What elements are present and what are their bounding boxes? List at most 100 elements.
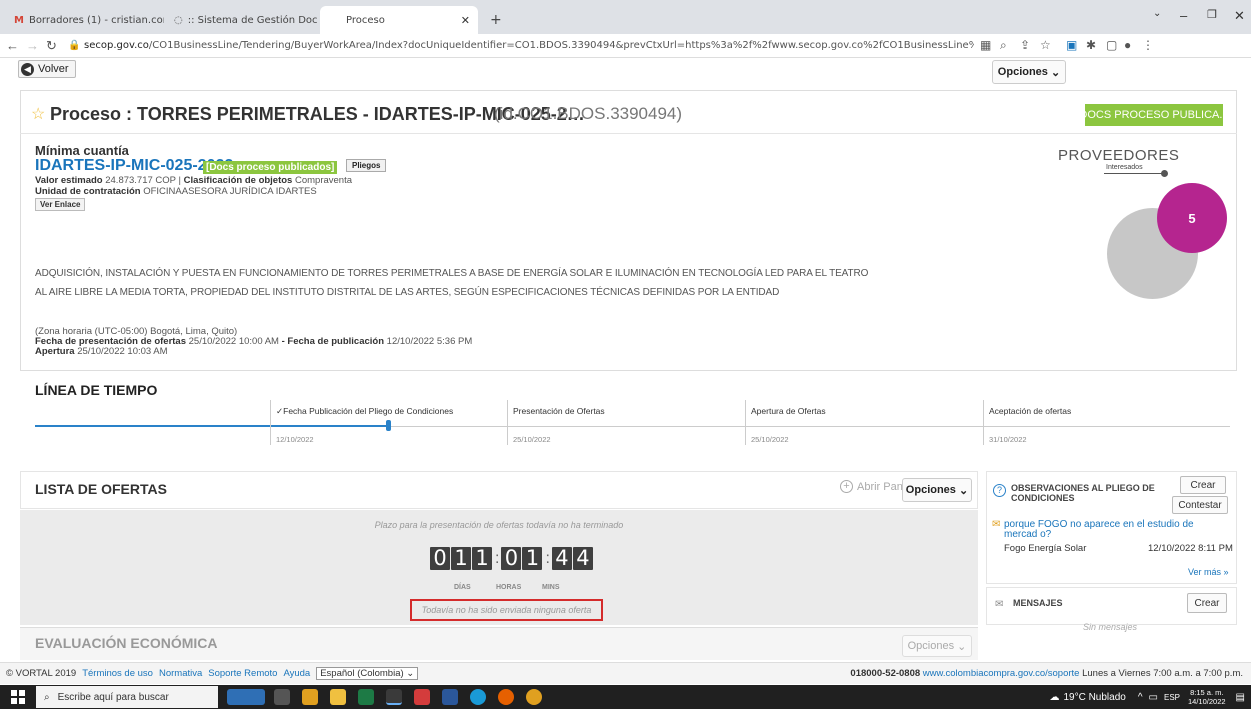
tab-title: :: Sistema de Gestión Document — [187, 14, 318, 26]
providers-count-bubble[interactable]: 5 — [1157, 183, 1227, 253]
chevron-up-icon[interactable]: ^ — [1138, 692, 1143, 703]
address-bar: ← → ↻ 🔒 secop.gov.co/CO1BusinessLine/Ten… — [0, 34, 1251, 58]
create-observation-button[interactable]: Crear — [1180, 476, 1226, 494]
network-icon[interactable]: ▭ — [1149, 692, 1158, 703]
zoom-icon[interactable]: ⌕ — [1000, 38, 1007, 53]
edge-icon[interactable] — [470, 689, 486, 705]
providers-slider-track — [1104, 173, 1166, 174]
offers-options-dropdown[interactable]: Opciones ⌄ — [902, 478, 972, 502]
new-tab-button[interactable]: + — [482, 6, 510, 34]
sidebar-icon[interactable]: ▢ — [1106, 38, 1117, 52]
envelope-open-icon: ✉ — [992, 519, 1001, 530]
process-description-line-1: ADQUISICIÓN, INSTALACIÓN Y PUESTA EN FUN… — [35, 268, 869, 279]
lock-icon: 🔒 — [68, 40, 81, 51]
language-indicator[interactable]: ESP — [1164, 693, 1180, 702]
share-icon[interactable]: ⇪ — [1020, 38, 1030, 52]
reply-observation-button[interactable]: Contestar — [1172, 496, 1228, 514]
countdown-digit: 0 — [501, 547, 522, 570]
extension-icon[interactable]: ▣ — [1066, 38, 1077, 52]
bookmark-star-icon[interactable]: ☆ — [1040, 38, 1051, 52]
taskbar-search[interactable]: ⌕ Escribe aquí para buscar — [36, 686, 218, 708]
windows-start-icon[interactable] — [11, 690, 25, 704]
timeline-title: LÍNEA DE TIEMPO — [35, 382, 158, 398]
taskbar-search-placeholder: Escribe aquí para buscar — [57, 691, 169, 703]
terms-link[interactable]: Términos de uso — [82, 668, 153, 679]
messages-title: MENSAJES — [1013, 598, 1063, 608]
weather-text[interactable]: 19°C Nublado — [1063, 692, 1125, 703]
browser-menu-icon[interactable]: ⋮ — [1142, 38, 1154, 52]
countdown-digit: 0 — [430, 547, 450, 570]
tab-gmail[interactable]: M Borradores (1) - cristian.correa@ ✕ — [6, 6, 164, 34]
chevron-down-icon: ⌄ — [1050, 66, 1061, 79]
translate-icon[interactable]: ▦ — [980, 38, 991, 52]
forward-arrow-icon[interactable]: → — [26, 38, 39, 53]
favorite-star-icon[interactable]: ☆ — [31, 104, 45, 124]
copyright: © VORTAL 2019 — [6, 668, 77, 679]
providers-slider-handle[interactable] — [1161, 170, 1168, 177]
tab-title: Borradores (1) - cristian.correa@ — [28, 14, 164, 26]
observation-link[interactable]: porque FOGO no aparece en el estudio de … — [1004, 520, 1224, 540]
tab-proceso[interactable]: Proceso ✕ — [320, 6, 478, 34]
browser-tab-bar: M Borradores (1) - cristian.correa@ ✕ ◌ … — [0, 0, 1251, 34]
create-message-button[interactable]: Crear — [1187, 593, 1227, 613]
countdown-days-label: DÍAS — [454, 584, 471, 591]
acrobat-icon[interactable] — [414, 689, 430, 705]
firefox-icon[interactable] — [498, 689, 514, 705]
excel-icon[interactable] — [358, 689, 374, 705]
tab-document-system[interactable]: ◌ :: Sistema de Gestión Document ✕ — [166, 6, 318, 34]
tab-search-icon[interactable]: ⌄ — [1153, 8, 1161, 19]
pliegos-button[interactable]: Pliegos — [346, 159, 387, 172]
support-url-link[interactable]: www.colombiacompra.gov.co/soporte — [923, 668, 1080, 679]
options-label: Opciones — [905, 484, 956, 496]
options-dropdown[interactable]: Opciones ⌄ — [992, 60, 1066, 84]
view-link-button[interactable]: Ver Enlace — [35, 198, 86, 211]
back-arrow-icon[interactable]: ← — [6, 38, 19, 53]
close-tab-icon[interactable]: ✕ — [455, 14, 470, 27]
close-window-icon[interactable]: ✕ — [1234, 8, 1245, 24]
language-value: Español (Colombia) — [320, 668, 404, 679]
evaluation-options-dropdown[interactable]: Opciones ⌄ — [902, 635, 972, 657]
clock[interactable]: 8:15 a. m. 14/10/2022 — [1188, 688, 1226, 706]
back-button-label: Volver — [38, 63, 69, 75]
countdown-mins-label: MINS — [542, 584, 560, 591]
countdown-digit: 4 — [551, 547, 572, 570]
minimize-icon[interactable]: – — [1180, 8, 1187, 23]
observation-date: 12/10/2022 8:11 PM — [1148, 543, 1233, 554]
providers-title: PROVEEDORES — [1058, 147, 1180, 164]
estimated-value-line: Valor estimado 24.873.717 COP | Clasific… — [35, 175, 353, 186]
profile-avatar-icon[interactable]: ● — [1124, 38, 1131, 52]
file-explorer-icon[interactable] — [330, 689, 346, 705]
see-more-link[interactable]: Ver más » — [1188, 567, 1229, 577]
normativa-link[interactable]: Normativa — [159, 668, 202, 679]
widgets-icon[interactable] — [227, 689, 265, 705]
vlc-icon[interactable] — [302, 689, 318, 705]
chrome-icon[interactable] — [386, 689, 402, 705]
back-button[interactable]: ◀ Volver — [18, 60, 76, 78]
countdown-separator: : — [545, 549, 550, 567]
remote-support-link[interactable]: Soporte Remoto — [208, 668, 277, 679]
support-phone: 018000-52-0808 — [850, 668, 921, 679]
restore-icon[interactable]: ❐ — [1207, 8, 1217, 21]
notifications-icon[interactable]: ▤ — [1236, 692, 1245, 703]
help-link[interactable]: Ayuda — [283, 668, 310, 679]
reload-icon[interactable]: ↻ — [46, 38, 57, 54]
url-field[interactable]: secop.gov.co/CO1BusinessLine/Tendering/B… — [84, 37, 974, 55]
support-info: 018000-52-0808 www.colombiacompra.gov.co… — [850, 668, 1243, 679]
word-icon[interactable] — [442, 689, 458, 705]
envelope-icon: ✉ — [995, 599, 1004, 610]
open-panel-button[interactable]: + Abrir Panel — [840, 480, 911, 493]
language-select[interactable]: Español (Colombia) ⌄ — [316, 667, 419, 680]
timeline-progress — [35, 425, 390, 427]
extensions-puzzle-icon[interactable]: ✱ — [1086, 38, 1096, 52]
timeline-step-label: Apertura de Ofertas — [751, 406, 826, 416]
observations-title: OBSERVACIONES AL PLIEGO DE CONDICIONES — [1011, 483, 1155, 503]
timeline-step-date: 25/10/2022 — [751, 435, 789, 444]
chrome-canary-icon[interactable] — [526, 689, 542, 705]
timeline-step-date: 25/10/2022 — [513, 435, 551, 444]
countdown-separator: : — [495, 549, 500, 567]
no-offers-message: Todavía no ha sido enviada ninguna ofert… — [410, 599, 603, 621]
task-view-icon[interactable] — [274, 689, 290, 705]
countdown-digit: 1 — [472, 547, 492, 570]
observation-author: Fogo Energía Solar — [1004, 543, 1087, 554]
search-icon: ⌕ — [44, 691, 50, 703]
